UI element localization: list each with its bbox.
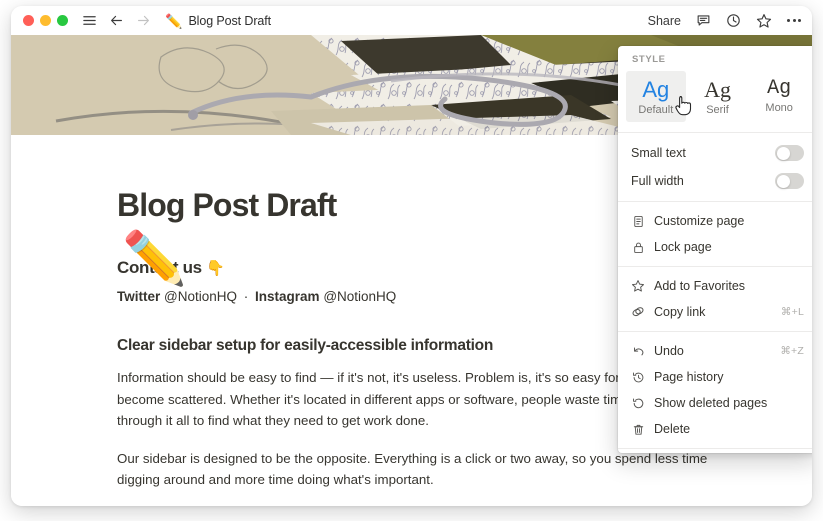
restore-icon xyxy=(631,396,645,410)
style-sample-default: Ag xyxy=(642,77,670,102)
sidebar-toggle-icon[interactable] xyxy=(82,13,97,28)
titlebar-doc-emoji: ✏️ xyxy=(165,12,183,29)
menu-item-customize-page[interactable]: Customize page xyxy=(618,208,812,234)
traffic-lights xyxy=(23,15,68,26)
undo-icon xyxy=(631,344,645,358)
full-width-label: Full width xyxy=(631,174,684,189)
menu-label-copy-link: Copy link xyxy=(654,305,706,320)
star-icon[interactable] xyxy=(756,13,772,29)
twitter-label: Twitter xyxy=(117,289,161,305)
titlebar-doc-title[interactable]: Blog Post Draft xyxy=(188,14,271,28)
menu-toggles-group: Small text Full width xyxy=(618,133,812,201)
menu-page-group: Customize page Lock page xyxy=(618,202,812,266)
twitter-handle[interactable]: @NotionHQ xyxy=(164,289,237,304)
app-window: ✏️ Blog Post Draft Share ✏️ Blog Post Dr… xyxy=(11,6,812,506)
menu-label-show-deleted-pages: Show deleted pages xyxy=(654,396,768,411)
menu-item-page-history[interactable]: Page history xyxy=(618,364,812,390)
menu-item-lock-page[interactable]: Lock page xyxy=(618,234,812,260)
menu-label-page-history: Page history xyxy=(654,370,724,385)
paragraph-2[interactable]: Our sidebar is designed to be the opposi… xyxy=(117,448,717,491)
shortcut-copy-link: ⌘+L xyxy=(780,306,804,319)
menu-item-delete[interactable]: Delete xyxy=(618,416,812,442)
menu-label-add-to-favorites: Add to Favorites xyxy=(654,279,746,294)
pointing-down-emoji: 👇 xyxy=(206,260,225,278)
style-sample-serif: Ag xyxy=(704,77,731,102)
style-sample-mono: Ag xyxy=(767,77,792,100)
style-section-label: STYLE xyxy=(632,54,666,65)
document-icon xyxy=(631,214,645,228)
full-width-toggle[interactable] xyxy=(775,173,804,190)
small-text-label: Small text xyxy=(631,146,686,161)
maximize-window-button[interactable] xyxy=(57,15,68,26)
close-window-button[interactable] xyxy=(23,15,34,26)
style-option-serif[interactable]: Ag Serif xyxy=(688,71,748,122)
menu-links-group: Add to Favorites Copy link ⌘+L xyxy=(618,267,812,331)
menu-item-show-deleted-pages[interactable]: Show deleted pages xyxy=(618,390,812,416)
share-button[interactable]: Share xyxy=(648,14,681,28)
link-icon xyxy=(631,305,645,319)
social-separator: · xyxy=(243,289,249,305)
more-options-icon[interactable] xyxy=(787,19,801,22)
menu-item-undo[interactable]: Undo ⌘+Z xyxy=(618,338,812,364)
back-arrow-icon[interactable] xyxy=(109,13,124,28)
lock-icon xyxy=(631,240,645,254)
style-option-mono[interactable]: Ag Mono xyxy=(749,71,809,122)
menu-label-undo: Undo xyxy=(654,344,684,359)
history-icon xyxy=(631,370,645,384)
instagram-handle[interactable]: @NotionHQ xyxy=(323,289,396,304)
menu-item-copy-link[interactable]: Copy link ⌘+L xyxy=(618,299,812,325)
page-icon-emoji[interactable]: ✏️ xyxy=(122,233,187,285)
style-name-mono: Mono xyxy=(765,102,793,114)
menu-io-group: Import Export xyxy=(618,449,812,453)
menu-item-add-to-favorites[interactable]: Add to Favorites xyxy=(618,273,812,299)
style-option-default[interactable]: Ag Default xyxy=(626,71,686,123)
menu-label-customize-page: Customize page xyxy=(654,214,745,229)
menu-label-lock-page: Lock page xyxy=(654,240,712,255)
star-icon xyxy=(631,279,645,293)
clock-icon[interactable] xyxy=(726,13,741,28)
trash-icon xyxy=(631,422,645,436)
comment-icon[interactable] xyxy=(696,13,711,28)
page-options-menu: STYLE Ag Default Ag Serif Ag Mono Small … xyxy=(618,46,812,453)
screenshot-root: ✏️ Blog Post Draft Share ✏️ Blog Post Dr… xyxy=(0,0,823,521)
menu-label-delete: Delete xyxy=(654,422,691,437)
style-options-row: Ag Default Ag Serif Ag Mono xyxy=(618,69,812,132)
instagram-label: Instagram xyxy=(255,289,320,305)
style-name-serif: Serif xyxy=(706,104,729,117)
full-width-row[interactable]: Full width xyxy=(618,167,812,195)
title-bar: ✏️ Blog Post Draft Share xyxy=(11,6,812,35)
minimize-window-button[interactable] xyxy=(40,15,51,26)
forward-arrow-icon[interactable] xyxy=(136,13,151,28)
shortcut-undo: ⌘+Z xyxy=(780,345,804,358)
titlebar-actions: Share xyxy=(648,13,801,29)
menu-history-group: Undo ⌘+Z Page history Show deleted pages… xyxy=(618,332,812,448)
small-text-toggle[interactable] xyxy=(775,145,804,162)
style-name-default: Default xyxy=(638,104,674,117)
small-text-row[interactable]: Small text xyxy=(618,139,812,167)
